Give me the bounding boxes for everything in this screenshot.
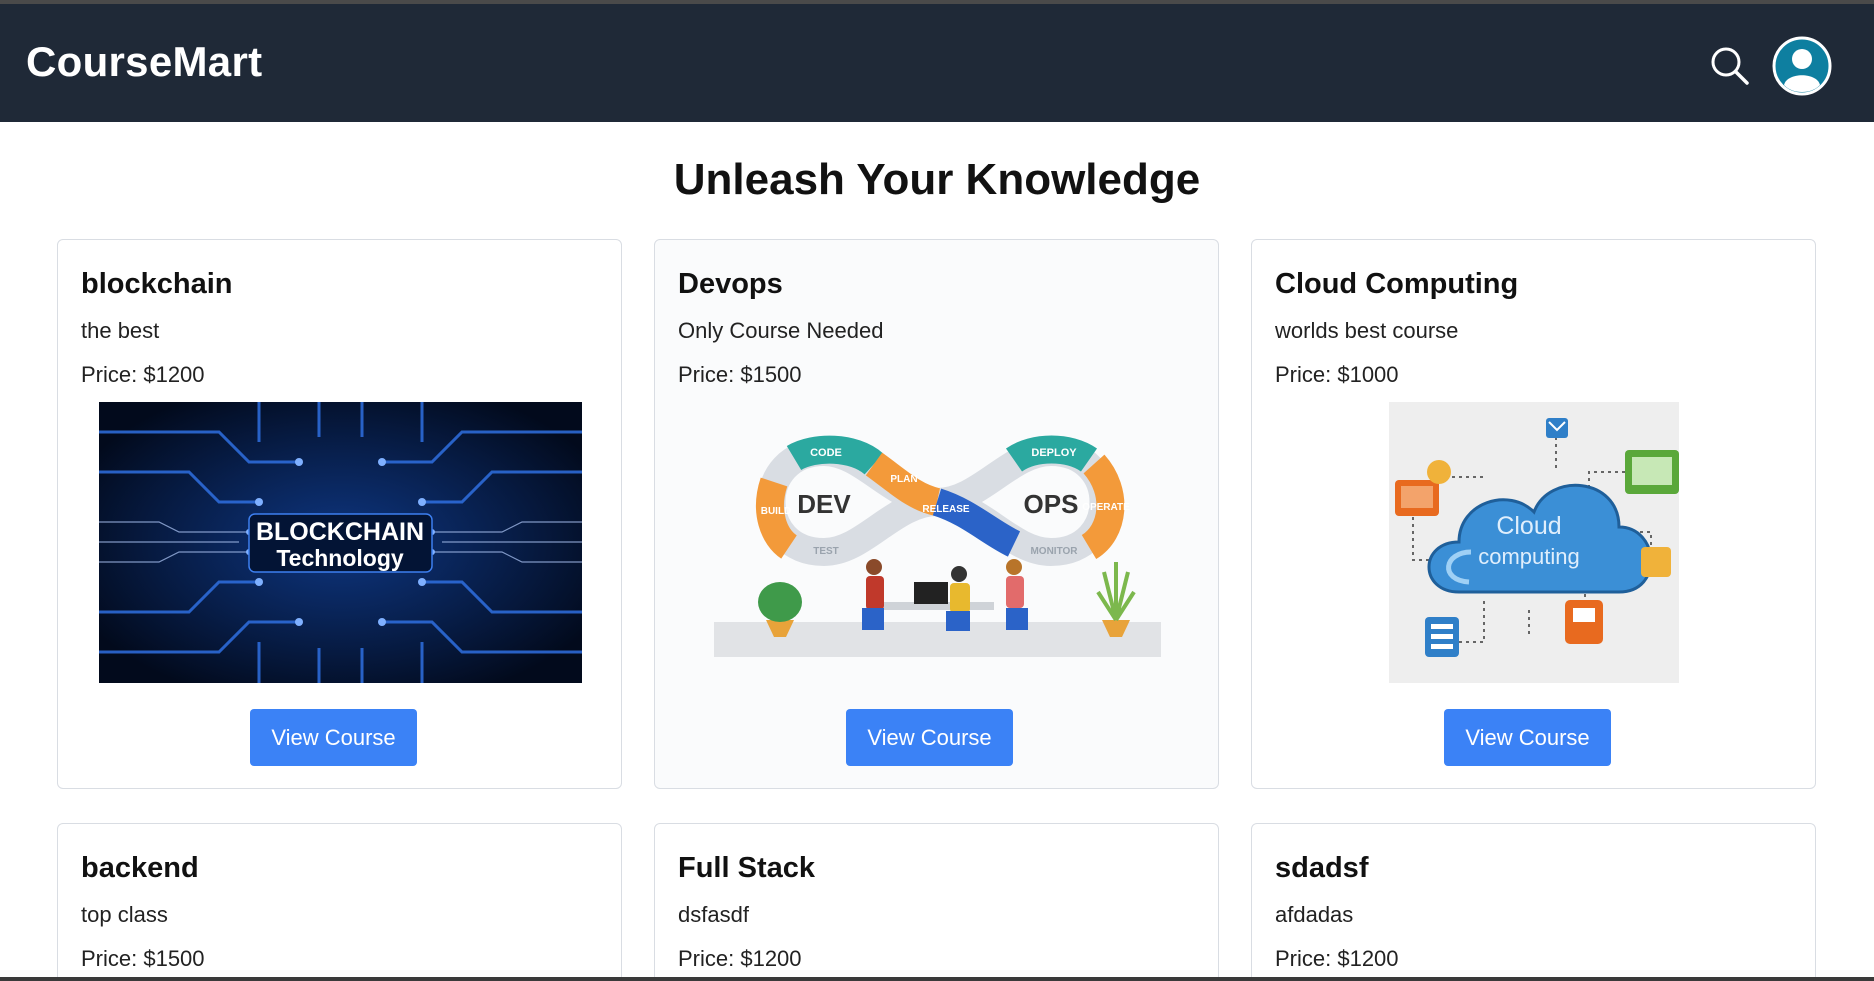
course-description: the best bbox=[81, 318, 160, 343]
devops-stage-label: PLAN bbox=[890, 474, 917, 485]
devops-stage-label: BUILD bbox=[761, 506, 792, 517]
course-price: Price: $1500 bbox=[81, 946, 205, 971]
course-card: backend top class Price: $1500 bbox=[57, 823, 622, 981]
course-price: Price: $1200 bbox=[81, 362, 205, 387]
course-title: blockchain bbox=[81, 268, 233, 300]
search-icon[interactable] bbox=[1708, 44, 1752, 88]
course-image: DEV OPS CODE PLAN DEPLOY BUILD RELEASE O… bbox=[714, 402, 1161, 683]
course-title: sdadsf bbox=[1275, 852, 1369, 884]
course-price: Price: $1200 bbox=[678, 946, 802, 971]
course-card: sdadsf afdadas Price: $1200 bbox=[1251, 823, 1816, 981]
course-description: top class bbox=[81, 902, 168, 927]
course-card: blockchain the best Price: $1200 BLOCKCH… bbox=[57, 239, 622, 789]
course-price: Price: $1000 bbox=[1275, 362, 1399, 387]
course-card: Devops Only Course Needed Price: $1500 D… bbox=[654, 239, 1219, 789]
course-description: worlds best course bbox=[1275, 318, 1459, 343]
devops-stage-label: RELEASE bbox=[922, 504, 970, 515]
course-card: Cloud Computing worlds best course Price… bbox=[1251, 239, 1816, 789]
course-image: BLOCKCHAIN Technology bbox=[99, 402, 582, 683]
course-title: Devops bbox=[678, 268, 783, 300]
devops-stage-label: OPERATE bbox=[1082, 502, 1130, 513]
course-description: afdadas bbox=[1275, 902, 1354, 927]
course-title: Cloud Computing bbox=[1275, 268, 1519, 300]
course-price: Price: $1500 bbox=[678, 362, 802, 387]
view-course-button[interactable]: View Course bbox=[846, 709, 1013, 766]
devops-dev-text: DEV bbox=[797, 489, 851, 519]
devops-stage-label: DEPLOY bbox=[1031, 447, 1077, 459]
view-course-button[interactable]: View Course bbox=[1444, 709, 1611, 766]
blockchain-image-text-2: Technology bbox=[276, 545, 404, 571]
course-title: backend bbox=[81, 852, 199, 884]
course-price: Price: $1200 bbox=[1275, 946, 1399, 971]
course-card: Full Stack dsfasdf Price: $1200 bbox=[654, 823, 1219, 981]
window-bottom-edge bbox=[0, 977, 1874, 981]
view-course-button[interactable]: View Course bbox=[250, 709, 417, 766]
devops-stage-label: TEST bbox=[813, 546, 839, 557]
devops-ops-text: OPS bbox=[1024, 489, 1079, 519]
blockchain-image-text-1: BLOCKCHAIN bbox=[256, 518, 424, 546]
devops-stage-label: CODE bbox=[810, 447, 842, 459]
devops-stage-label: MONITOR bbox=[1030, 546, 1078, 557]
cloud-image-text-1: Cloud bbox=[1496, 512, 1561, 540]
cloud-image-text-2: computing bbox=[1478, 544, 1580, 569]
course-title: Full Stack bbox=[678, 852, 815, 884]
page-title: Unleash Your Knowledge bbox=[673, 155, 1201, 204]
navbar: CourseMart bbox=[0, 4, 1874, 122]
user-avatar-icon[interactable] bbox=[1772, 36, 1832, 96]
course-description: Only Course Needed bbox=[678, 318, 884, 343]
course-description: dsfasdf bbox=[678, 902, 749, 927]
course-image: Cloud computing bbox=[1389, 402, 1679, 683]
brand-logo[interactable]: CourseMart bbox=[26, 38, 262, 86]
